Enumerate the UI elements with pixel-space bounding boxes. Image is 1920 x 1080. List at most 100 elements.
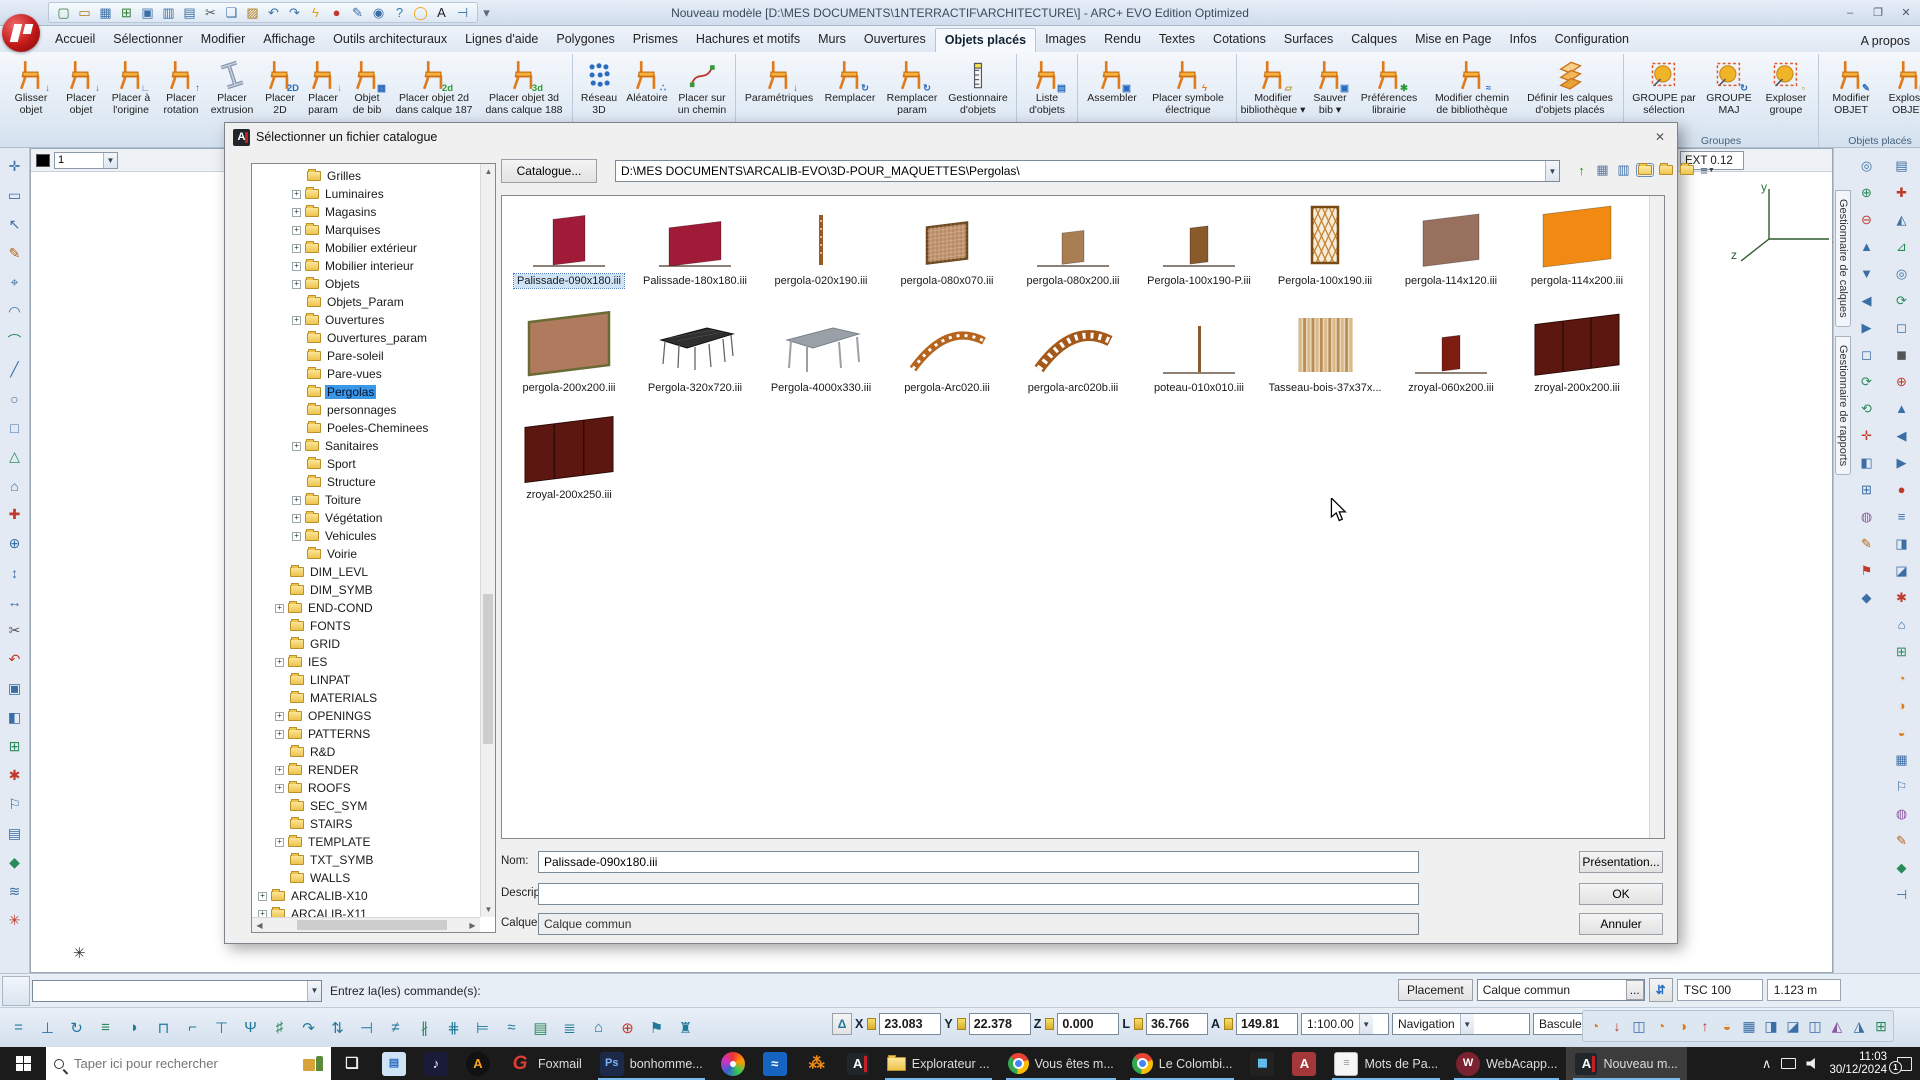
- cut-icon[interactable]: ✂: [202, 4, 219, 21]
- tool-icon[interactable]: ◀: [1855, 287, 1878, 314]
- folder-new-icon[interactable]: [1657, 161, 1674, 179]
- tree-item-dim-symb[interactable]: DIM_SYMB: [254, 581, 493, 599]
- tree-item-roofs[interactable]: +ROOFS: [254, 779, 493, 797]
- expand-icon[interactable]: +: [292, 208, 301, 217]
- ribbon-placer-rotation[interactable]: ↑Placerrotation: [157, 55, 205, 133]
- tab-gestionnaire-rapports[interactable]: Gestionnaire de rapports: [1835, 336, 1851, 475]
- chevron-down-icon[interactable]: ▼: [1545, 161, 1559, 181]
- file-vertical-scrollbar[interactable]: [1649, 196, 1664, 838]
- tool-icon[interactable]: ◔: [1890, 665, 1913, 692]
- tool-icon[interactable]: ◠: [3, 297, 27, 326]
- path-combo[interactable]: ▼: [615, 160, 1560, 182]
- expand-icon[interactable]: +: [292, 280, 301, 289]
- tree-item-patterns[interactable]: +PATTERNS: [254, 725, 493, 743]
- tree-item-luminaires[interactable]: +Luminaires: [254, 185, 493, 203]
- file-item[interactable]: poteau-010x010.iii: [1136, 309, 1262, 416]
- paste-icon[interactable]: ▨: [244, 4, 261, 21]
- tool-icon[interactable]: ╱: [3, 355, 27, 384]
- tool-icon[interactable]: ◆: [3, 848, 27, 877]
- expand-icon[interactable]: +: [292, 244, 301, 253]
- tool-icon[interactable]: ◨: [1890, 530, 1913, 557]
- redo-icon[interactable]: ↷: [286, 4, 303, 21]
- tree-item-sport[interactable]: Sport: [254, 455, 493, 473]
- tool-icon[interactable]: ⊣: [1890, 881, 1913, 908]
- expand-icon[interactable]: +: [292, 532, 301, 541]
- taskbar-app-swirl[interactable]: ≈: [754, 1047, 796, 1080]
- tool-icon[interactable]: ▶: [1855, 314, 1878, 341]
- notification-icon[interactable]: 1: [1897, 1057, 1912, 1071]
- placement-combo[interactable]: Calque commun ...: [1477, 979, 1645, 1001]
- tool-icon[interactable]: ♯: [265, 1013, 294, 1043]
- tool-icon[interactable]: ▶: [1890, 449, 1913, 476]
- tree-item-vehicules[interactable]: +Vehicules: [254, 527, 493, 545]
- expand-icon[interactable]: +: [292, 316, 301, 325]
- tab-gestionnaire-calques[interactable]: Gestionnaire de calques: [1835, 190, 1851, 327]
- taskbar-app-bonhomme[interactable]: Psbonhomme...: [591, 1047, 712, 1080]
- tree-item-structure[interactable]: Structure: [254, 473, 493, 491]
- tool-icon[interactable]: ♜: [671, 1013, 700, 1043]
- expand-icon[interactable]: +: [275, 604, 284, 613]
- tool-icon[interactable]: ⊿: [1890, 233, 1913, 260]
- taskbar-app-mots-de-pa[interactable]: ≡Mots de Pa...: [1325, 1047, 1447, 1080]
- file-item[interactable]: Pergola-100x190.iii: [1262, 202, 1388, 309]
- taskbar-app-webacapp[interactable]: WWebAcapp...: [1447, 1047, 1566, 1080]
- tool-icon[interactable]: ↔: [3, 587, 27, 616]
- taskbar-app-foxmail[interactable]: GFoxmail: [499, 1047, 591, 1080]
- exit-icon[interactable]: ⊣: [454, 4, 471, 21]
- file-item[interactable]: pergola-114x120.iii: [1388, 202, 1514, 309]
- tree-item-stairs[interactable]: STAIRS: [254, 815, 493, 833]
- display-icon[interactable]: [1781, 1058, 1796, 1069]
- tool-icon[interactable]: ⊣: [352, 1013, 381, 1043]
- tray-chevron-icon[interactable]: ∧: [1762, 1056, 1772, 1072]
- pen-icon[interactable]: ✎: [349, 4, 366, 21]
- color-swatch[interactable]: [36, 154, 50, 167]
- tree-item-materials[interactable]: MATERIALS: [254, 689, 493, 707]
- tree-item-grid[interactable]: GRID: [254, 635, 493, 653]
- tree-item-pare-vues[interactable]: Pare-vues: [254, 365, 493, 383]
- chevron-down-icon[interactable]: ▼: [1359, 1014, 1373, 1034]
- tool-icon[interactable]: ⊕: [1890, 368, 1913, 395]
- tree-item-toiture[interactable]: +Toiture: [254, 491, 493, 509]
- file-item[interactable]: zroyal-200x250.iii: [506, 416, 632, 523]
- file-item[interactable]: zroyal-060x200.iii: [1388, 309, 1514, 416]
- quickbar-overflow-icon[interactable]: ▾: [478, 4, 495, 21]
- expand-icon[interactable]: +: [292, 496, 301, 505]
- file-item[interactable]: Pergola-320x720.iii: [632, 309, 758, 416]
- taskbar-app-taskview[interactable]: ❏: [331, 1047, 373, 1080]
- file-item[interactable]: pergola-080x200.iii: [1010, 202, 1136, 309]
- tree-item-render[interactable]: +RENDER: [254, 761, 493, 779]
- tool-icon[interactable]: ⊕: [3, 529, 27, 558]
- search-box[interactable]: [46, 1047, 331, 1080]
- tree-item-mobilier-interieur[interactable]: +Mobilier interieur: [254, 257, 493, 275]
- tool-icon[interactable]: ▣: [3, 674, 27, 703]
- tool-icon[interactable]: ⌒: [3, 326, 27, 355]
- tool-icon[interactable]: ⚐: [3, 790, 27, 819]
- layer-arrows-icon[interactable]: ⇵: [1649, 978, 1673, 1002]
- tool-icon[interactable]: ∦: [410, 1013, 439, 1043]
- tool-icon[interactable]: △: [3, 442, 27, 471]
- arcplus-logo-icon[interactable]: [2, 14, 40, 52]
- tab-accueil[interactable]: Accueil: [46, 28, 104, 52]
- presentation-button[interactable]: Présentation...: [1579, 851, 1663, 873]
- ok-button[interactable]: OK: [1579, 883, 1663, 905]
- tool-icon[interactable]: ⇅: [323, 1013, 352, 1043]
- tool-icon[interactable]: ◆: [1855, 584, 1878, 611]
- taskbar-app-amazon[interactable]: ♪: [415, 1047, 457, 1080]
- tool-icon[interactable]: ◧: [3, 703, 27, 732]
- navigation-combo[interactable]: Navigation▼: [1392, 1013, 1530, 1035]
- expand-icon[interactable]: +: [275, 712, 284, 721]
- tab-cotations[interactable]: Cotations: [1204, 28, 1275, 52]
- file-item[interactable]: pergola-020x190.iii: [758, 202, 884, 309]
- tree-item-sec-sym[interactable]: SEC_SYM: [254, 797, 493, 815]
- tool-icon[interactable]: ⊞: [3, 732, 27, 761]
- tool-icon[interactable]: ⟲: [1855, 395, 1878, 422]
- catalogue-button[interactable]: Catalogue...: [501, 159, 597, 183]
- tool-icon[interactable]: ✱: [1890, 584, 1913, 611]
- expand-icon[interactable]: +: [292, 226, 301, 235]
- close-icon[interactable]: ✕: [1647, 126, 1673, 147]
- minimize-icon[interactable]: –: [1836, 3, 1864, 23]
- tool-icon[interactable]: ⊖: [1855, 206, 1878, 233]
- tool-icon[interactable]: ▭: [3, 181, 27, 210]
- select-icon[interactable]: ▤: [181, 4, 198, 21]
- view-menu-icon[interactable]: ≡ ▼: [1699, 161, 1716, 179]
